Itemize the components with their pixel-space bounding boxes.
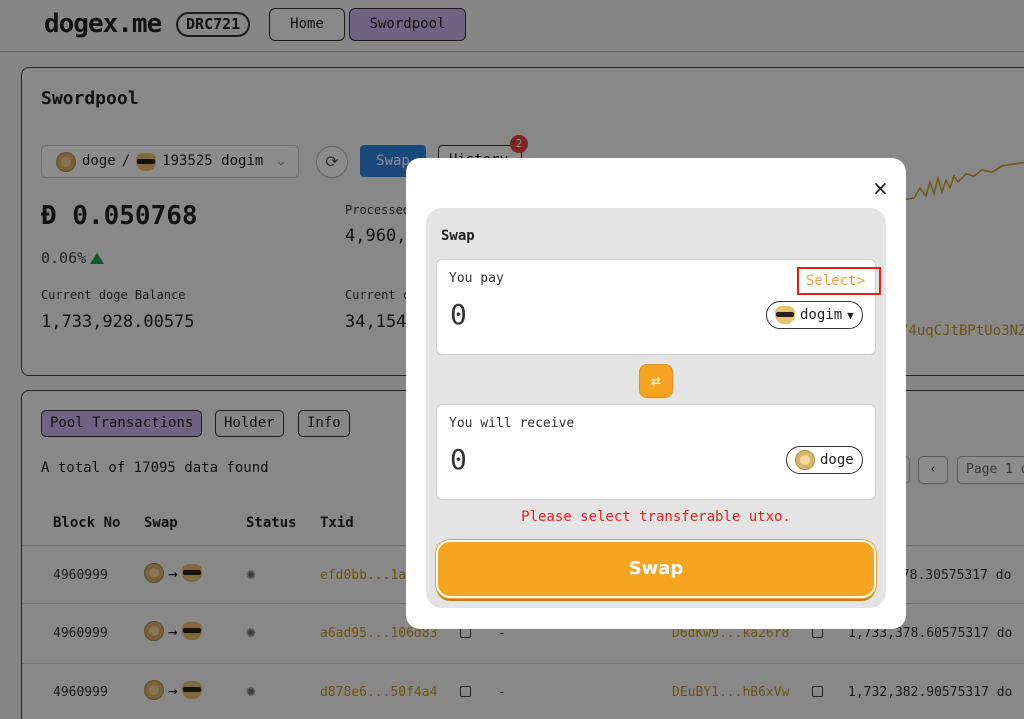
pay-token-selector[interactable]: dogim ▼ bbox=[766, 301, 863, 329]
flip-direction-icon[interactable]: ⇄ bbox=[639, 364, 673, 398]
pay-token-label: dogim bbox=[800, 306, 843, 323]
swap-modal: × Swap You pay Select> 0 dogim ▼ ⇄ You w… bbox=[406, 158, 906, 629]
dogim-icon bbox=[775, 306, 795, 324]
error-message: Please select transferable utxo. bbox=[521, 509, 791, 525]
receive-label: You will receive bbox=[449, 416, 575, 431]
swap-submit-button[interactable]: Swap bbox=[436, 540, 876, 598]
swap-title: Swap bbox=[441, 228, 475, 244]
select-utxo-link[interactable]: Select> bbox=[797, 267, 881, 295]
pay-box: You pay Select> 0 dogim ▼ bbox=[436, 259, 881, 355]
receive-amount: 0 bbox=[450, 443, 467, 476]
close-icon[interactable]: × bbox=[872, 176, 889, 200]
receive-token: doge bbox=[786, 446, 863, 474]
receive-box: You will receive 0 doge bbox=[436, 404, 876, 500]
swap-card: Swap You pay Select> 0 dogim ▼ ⇄ You wil… bbox=[426, 208, 886, 608]
pay-label: You pay bbox=[449, 271, 504, 286]
receive-token-label: doge bbox=[820, 451, 854, 468]
doge-coin-icon bbox=[795, 450, 815, 470]
caret-down-icon: ▼ bbox=[847, 308, 854, 322]
pay-amount-input[interactable]: 0 bbox=[450, 298, 467, 331]
